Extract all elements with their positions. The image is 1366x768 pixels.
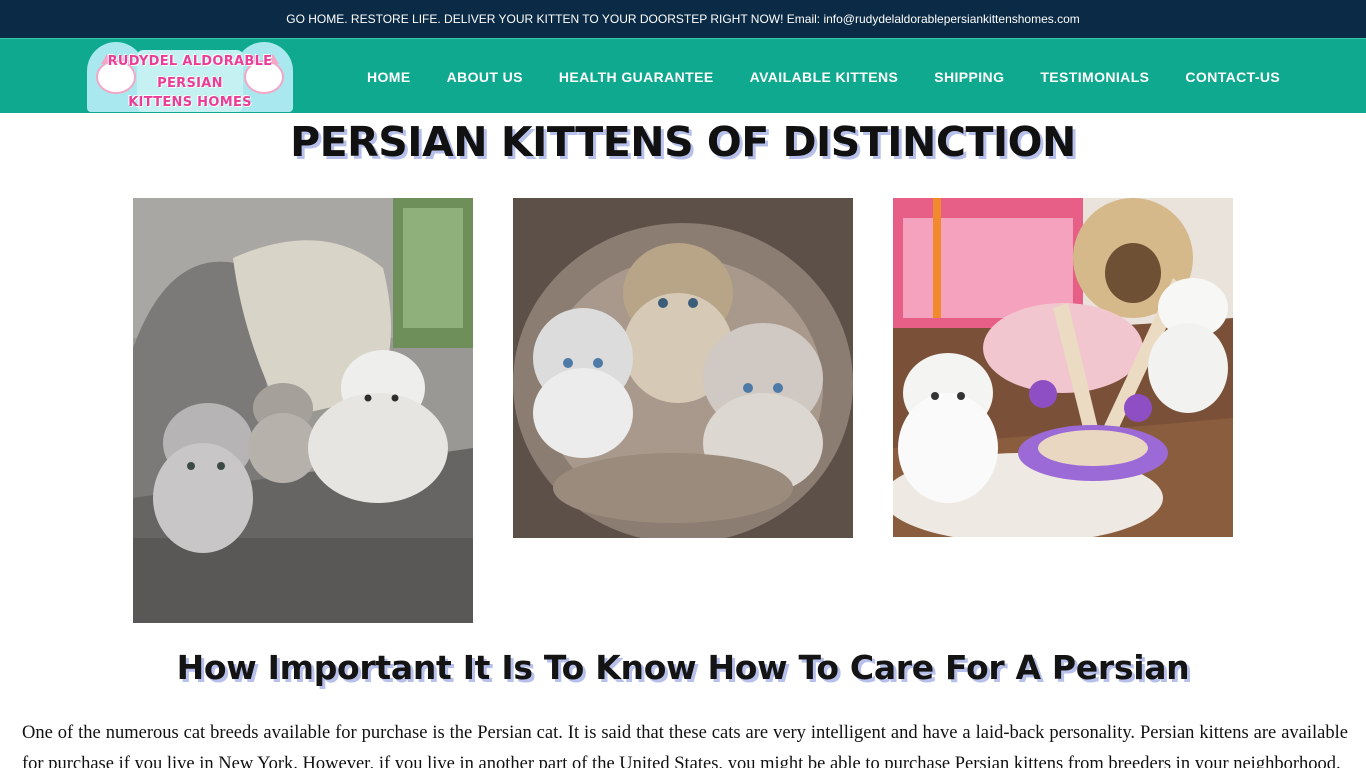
- article-title: How Important It Is To Know How To Care …: [176, 648, 1190, 687]
- announcement-bar: GO HOME. RESTORE LIFE. DELIVER YOUR KITT…: [0, 0, 1366, 38]
- nav-item-about-us[interactable]: ABOUT US: [429, 69, 541, 85]
- main-navbar: RUDYDEL ALDORABLE PERSIAN KITTENS HOMES …: [0, 38, 1366, 113]
- kitten-photo-toys: [893, 198, 1233, 537]
- nav-item-home[interactable]: HOME: [349, 69, 429, 85]
- hero-title: PERSIAN KITTENS OF DISTINCTION: [290, 118, 1076, 166]
- kitten-photo-sofa: [133, 198, 473, 623]
- logo-text-line1: RUDYDEL ALDORABLE: [107, 54, 273, 69]
- site-logo[interactable]: RUDYDEL ALDORABLE PERSIAN KITTENS HOMES: [87, 42, 293, 112]
- nav-item-contact-us[interactable]: CONTACT-US: [1167, 69, 1298, 85]
- primary-menu: HOME ABOUT US HEALTH GUARANTEE AVAILABLE…: [349, 39, 1298, 114]
- logo-text-line2: PERSIAN: [157, 76, 223, 91]
- nav-item-testimonials[interactable]: TESTIMONIALS: [1022, 69, 1167, 85]
- nav-item-shipping[interactable]: SHIPPING: [916, 69, 1022, 85]
- announcement-text: GO HOME. RESTORE LIFE. DELIVER YOUR KITT…: [286, 12, 1080, 26]
- logo-text-line3: KITTENS HOMES: [128, 95, 252, 110]
- nav-item-health-guarantee[interactable]: HEALTH GUARANTEE: [541, 69, 732, 85]
- article-paragraph: One of the numerous cat breeds available…: [22, 723, 1348, 768]
- nav-item-available-kittens[interactable]: AVAILABLE KITTENS: [732, 69, 917, 85]
- kitten-photo-cat-bed: [513, 198, 853, 538]
